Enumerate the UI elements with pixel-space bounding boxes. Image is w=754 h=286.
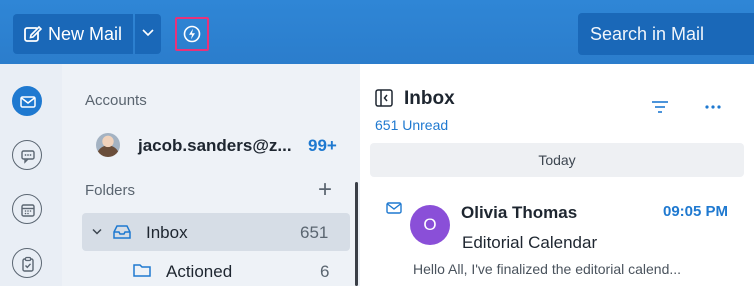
search-placeholder: Search in Mail (590, 24, 705, 44)
chat-icon (21, 150, 35, 164)
compose-icon (24, 25, 43, 42)
message-subject: Editorial Calendar (462, 233, 598, 252)
folder-item-actioned[interactable]: Actioned 6 (82, 256, 350, 286)
new-mail-button[interactable]: New Mail (13, 14, 133, 54)
folders-heading: Folders (85, 182, 136, 199)
folder-label: Inbox (146, 223, 188, 242)
quick-steps-button[interactable] (175, 17, 209, 51)
new-mail-dropdown[interactable] (135, 14, 161, 54)
collapse-pane-icon[interactable] (374, 88, 394, 108)
account-email: jacob.sanders@z... (138, 136, 292, 155)
unread-mail-icon (386, 202, 402, 214)
folder-scrollbar[interactable] (355, 182, 358, 286)
date-group-label: Today (538, 152, 576, 168)
lightning-icon (183, 25, 201, 43)
chevron-down-icon[interactable] (92, 228, 102, 236)
avatar: O (410, 205, 450, 245)
chat-app-button[interactable] (12, 140, 42, 170)
avatar-initial: O (423, 215, 437, 234)
add-folder-icon[interactable]: + (318, 178, 332, 202)
folder-count: 6 (320, 262, 330, 281)
more-options-icon[interactable] (704, 104, 722, 110)
message-sender: Olivia Thomas (461, 203, 578, 222)
account-unread-count: 99+ (308, 136, 337, 155)
calendar-app-button[interactable] (12, 194, 42, 224)
folder-pane: Accounts jacob.sanders@z... 99+ Folders … (62, 64, 358, 286)
page-title: Inbox (404, 88, 455, 109)
folder-count: 651 (300, 223, 329, 242)
chevron-down-icon (142, 29, 154, 37)
search-input[interactable]: Search in Mail (578, 13, 754, 55)
folder-item-inbox[interactable]: Inbox 651 (82, 213, 350, 251)
account-item[interactable]: jacob.sanders@z... 99+ (96, 130, 354, 160)
inbox-icon (113, 225, 131, 239)
folder-icon (133, 264, 151, 277)
mail-icon (20, 96, 36, 108)
message-time: 09:05 PM (663, 203, 729, 220)
clipboard-check-icon (22, 256, 34, 272)
app-rail (0, 64, 62, 286)
new-mail-label: New Mail (48, 24, 123, 44)
message-preview: Hello All, I've finalized the editorial … (413, 261, 682, 277)
date-group-header: Today (370, 143, 744, 177)
unread-count: 651 Unread (375, 117, 449, 133)
calendar-icon (21, 204, 35, 217)
top-bar: New Mail Search in Mail (0, 0, 754, 64)
filter-icon[interactable] (651, 100, 669, 114)
todo-app-button[interactable] (12, 248, 42, 278)
avatar (96, 133, 120, 157)
accounts-heading: Accounts (85, 92, 147, 109)
mail-app-button[interactable] (12, 86, 42, 116)
message-item[interactable]: O Olivia Thomas 09:05 PM Editorial Calen… (360, 188, 754, 286)
folder-label: Actioned (166, 262, 233, 281)
message-list-pane: Inbox 651 Unread Today O Olivia Thomas 0… (360, 64, 754, 286)
